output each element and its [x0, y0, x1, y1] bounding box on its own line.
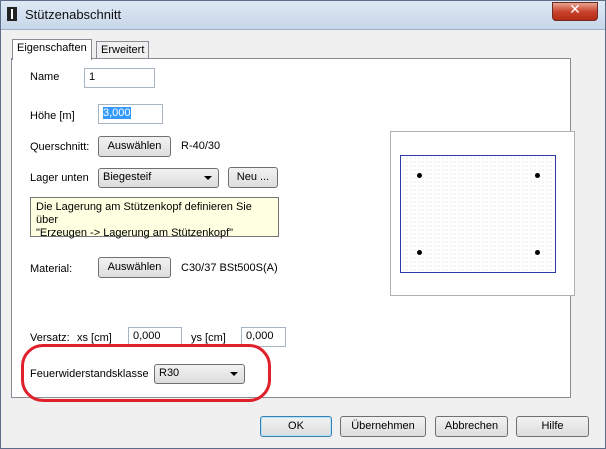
querschnitt-label: Querschnitt: [30, 141, 90, 153]
rebar-dot [535, 173, 540, 178]
rebar-dot [535, 250, 540, 255]
feuer-label: Feuerwiderstandsklasse [30, 368, 149, 380]
help-button[interactable]: Hilfe [516, 416, 589, 437]
cancel-button[interactable]: Abbrechen [435, 416, 508, 437]
rebar-dot [417, 250, 422, 255]
name-input[interactable]: 1 [84, 68, 155, 88]
tab-eigenschaften[interactable]: Eigenschaften [12, 39, 92, 60]
feuer-selected-value: R30 [159, 367, 180, 379]
feuer-dropdown[interactable]: R30 [154, 364, 245, 384]
close-button[interactable]: ✕ [552, 2, 598, 21]
hoehe-value: 3,000 [103, 107, 131, 119]
cross-section-preview [390, 131, 575, 296]
material-value: C30/37 BSt500S(A) [181, 262, 278, 274]
lager-dropdown[interactable]: Biegesteif [98, 168, 219, 188]
rebar-dot [417, 173, 422, 178]
material-select-button[interactable]: Auswählen [98, 257, 171, 278]
name-label: Name [30, 71, 60, 83]
cross-section-outline [400, 155, 556, 273]
ok-button[interactable]: OK [260, 416, 332, 437]
apply-button[interactable]: Übernehmen [340, 416, 426, 437]
chevron-down-icon [230, 372, 238, 376]
lager-hint-line: Die Lagerung am Stützenkopf definieren S… [36, 201, 252, 226]
window-title: Stützenabschnitt [25, 7, 122, 22]
title-bar[interactable]: Stützenabschnitt ✕ [1, 1, 605, 30]
dialog-window: Stützenabschnitt ✕ Eigenschaften Erweite… [0, 0, 606, 449]
lager-new-button[interactable]: Neu ... [228, 167, 278, 188]
lager-label: Lager unten [30, 172, 89, 184]
close-icon: ✕ [569, 2, 581, 18]
material-label: Material: [30, 263, 73, 275]
xs-label: xs [cm] [77, 332, 112, 344]
app-icon [7, 7, 17, 21]
querschnitt-select-button[interactable]: Auswählen [98, 136, 171, 157]
querschnitt-value: R-40/30 [181, 140, 221, 152]
lager-hint-line: "Erzeugen -> Lagerung am Stützenkopf" [36, 227, 234, 239]
lager-selected-value: Biegesteif [103, 171, 152, 183]
ys-label: ys [cm] [191, 332, 226, 344]
lager-hint-box: Die Lagerung am Stützenkopf definieren S… [30, 197, 279, 239]
chevron-down-icon [204, 176, 212, 180]
versatz-label: Versatz: [30, 332, 70, 344]
hoehe-label: Höhe [m] [30, 110, 75, 122]
hoehe-input[interactable]: 3,000 [98, 104, 163, 124]
